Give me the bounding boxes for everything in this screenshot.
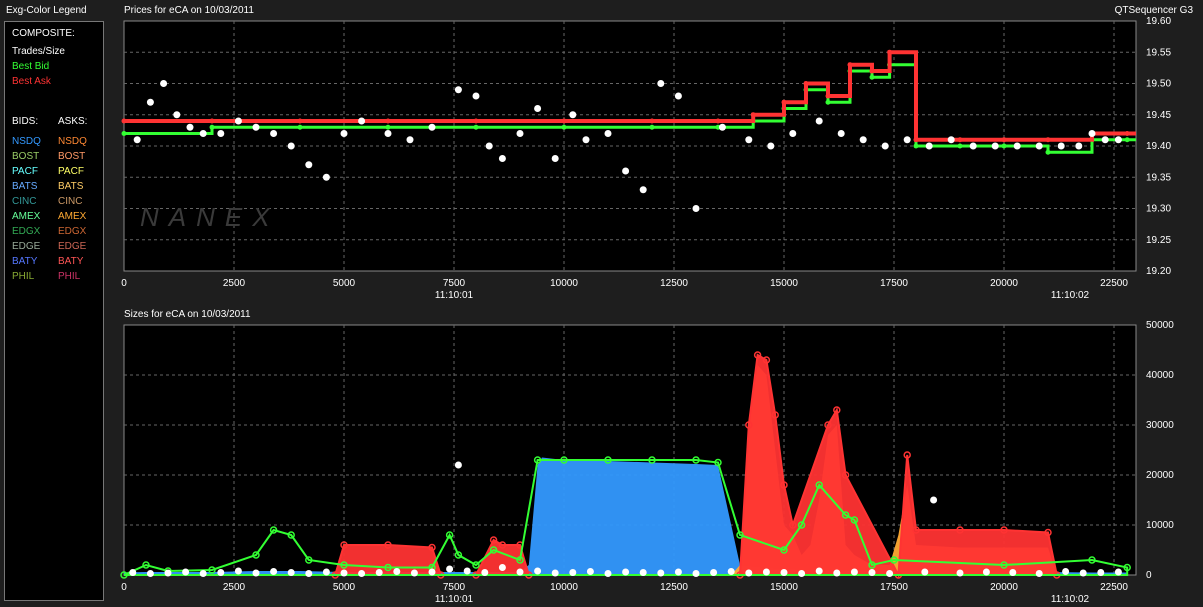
x-tick-label: 2500 (223, 582, 246, 593)
trade-size-point (446, 565, 454, 573)
x-tick-label: 17500 (880, 582, 908, 593)
trade-size-point (727, 568, 735, 575)
trade-size-point (454, 461, 462, 469)
x-tick-label: 10000 (550, 582, 578, 593)
trade-size-point (639, 569, 647, 576)
trade-size-point (322, 568, 330, 576)
x-tick-label: 5000 (333, 582, 356, 593)
trade-size-point (710, 569, 718, 576)
x-tick-label: 15000 (770, 582, 798, 593)
trade-size-point (657, 569, 665, 577)
trade-size-point (604, 570, 612, 577)
trade-size-point (956, 569, 964, 577)
trade-size-point (586, 568, 594, 575)
trade-size-point (692, 570, 700, 577)
time-label: 11:10:02 (1051, 594, 1090, 605)
trade-size-point (1062, 568, 1070, 575)
trade-size-point (930, 496, 938, 504)
trade-size-point (129, 569, 137, 576)
trade-size-point (1009, 569, 1017, 576)
trade-size-point (516, 568, 524, 576)
trade-size-point (886, 570, 894, 577)
y-tick-label: 30000 (1146, 420, 1174, 431)
trade-size-point (340, 569, 348, 577)
trade-size-point (982, 568, 990, 576)
trade-size-point (164, 569, 172, 577)
x-tick-label: 12500 (660, 582, 688, 593)
trade-size-point (1114, 568, 1122, 576)
trade-size-point (1035, 570, 1043, 577)
size-chart: 010000200003000040000500000 2500 5000 7500 1… (120, 320, 1174, 605)
trade-size-point (481, 569, 489, 576)
trade-size-point (833, 569, 841, 577)
trade-size-point (1079, 569, 1087, 577)
trade-size-point (1097, 569, 1105, 576)
trade-size-point (498, 564, 506, 571)
trade-size-point (375, 569, 383, 576)
trade-size-point (217, 569, 225, 576)
time-label: 11:10:01 (435, 594, 474, 605)
trade-size-point (551, 569, 559, 577)
trade-size-point (622, 568, 630, 576)
trade-size-point (815, 567, 823, 575)
x-tick-label: 20000 (990, 582, 1018, 593)
trade-size-point (569, 569, 577, 576)
trade-size-point (270, 568, 278, 575)
x-tick-label: 22500 (1100, 582, 1128, 593)
trade-size-point (762, 568, 770, 576)
x-tick-label: 7500 (443, 582, 466, 593)
trade-size-point (305, 570, 313, 577)
y-tick-label: 50000 (1146, 320, 1174, 331)
trade-size-point (780, 569, 788, 576)
trade-size-point (287, 569, 295, 576)
trade-size-point (358, 570, 366, 577)
y-tick-label: 10000 (1146, 520, 1174, 531)
y-tick-label: 20000 (1146, 470, 1174, 481)
trade-size-point (393, 568, 401, 575)
trade-size-point (463, 567, 471, 575)
y-tick-label: 40000 (1146, 370, 1174, 381)
trade-size-point (410, 569, 418, 577)
trade-size-point (868, 569, 876, 576)
trade-size-point (798, 570, 806, 577)
trade-size-point (534, 567, 542, 575)
trade-size-point (182, 568, 190, 576)
trade-size-point (745, 569, 753, 577)
trade-size-point (674, 568, 682, 576)
trade-size-point (252, 569, 260, 577)
trade-size-point (428, 568, 436, 576)
x-tick-label: 0 (121, 582, 127, 593)
y-tick-label: 0 (1146, 570, 1152, 581)
trade-size-point (146, 570, 154, 577)
trade-size-point (234, 567, 242, 575)
trade-size-point (199, 570, 207, 577)
trade-size-point (850, 568, 858, 576)
trade-size-point (921, 568, 929, 576)
